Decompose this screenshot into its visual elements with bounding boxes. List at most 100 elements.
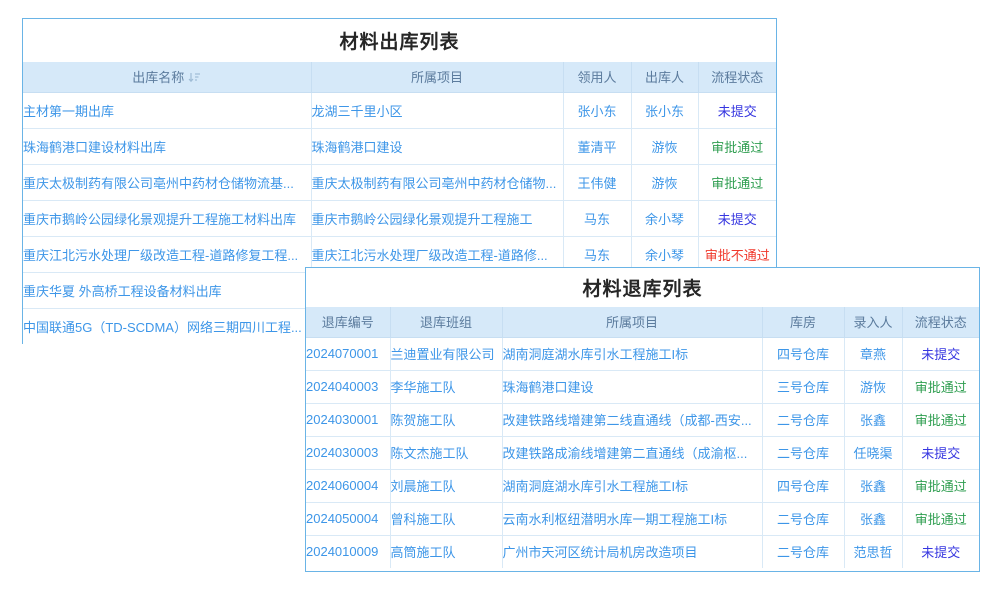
returns-warehouse-cell: 三号仓库 — [762, 370, 844, 403]
returns-code-cell[interactable]: 2024070001 — [306, 337, 390, 370]
returns-row[interactable]: 2024060004 刘晨施工队 湖南洞庭湖水库引水工程施工I标 四号仓库 张鑫… — [306, 469, 979, 502]
returns-code-cell[interactable]: 2024030001 — [306, 403, 390, 436]
status-badge: 审批通过 — [915, 380, 967, 395]
cell-text: 2024010009 — [306, 544, 378, 559]
cell-text: 重庆江北污水处理厂级改造工程-道路修复工程... — [23, 248, 298, 263]
outbound-status-cell: 审批通过 — [698, 164, 776, 200]
cell-text: 刘晨施工队 — [391, 479, 456, 494]
returns-recorder-cell: 游恢 — [844, 370, 902, 403]
cell-text: 2024030001 — [306, 412, 378, 427]
returns-project-cell: 改建铁路线增建第二线直通线（成都-西安... — [502, 403, 762, 436]
outbound-issuer-cell: 游恢 — [631, 128, 698, 164]
status-badge: 审批不通过 — [705, 248, 770, 263]
status-badge: 审批通过 — [915, 413, 967, 428]
outbound-row[interactable]: 主材第一期出库 龙湖三千里小区 张小东 张小东 未提交 — [23, 92, 776, 128]
returns-recorder-cell: 张鑫 — [844, 502, 902, 535]
status-badge: 未提交 — [921, 545, 960, 560]
outbound-row[interactable]: 重庆太极制药有限公司亳州中药材仓储物流基... 重庆太极制药有限公司亳州中药材仓… — [23, 164, 776, 200]
outbound-header-row: 出库名称 所属项目 领用人 出库人 流程状态 — [23, 62, 776, 92]
cell-text: 珠海鹤港口建设 — [312, 140, 403, 155]
returns-status-cell: 未提交 — [902, 337, 979, 370]
cell-text: 张鑫 — [860, 479, 886, 494]
cell-text: 马东 — [584, 248, 610, 263]
cell-text: 2024040003 — [306, 379, 378, 394]
cell-text: 章燕 — [860, 347, 886, 362]
outbound-recipient-cell: 张小东 — [563, 92, 631, 128]
outbound-row[interactable]: 重庆市鹅岭公园绿化景观提升工程施工材料出库 重庆市鹅岭公园绿化景观提升工程施工 … — [23, 200, 776, 236]
returns-code-cell[interactable]: 2024050004 — [306, 502, 390, 535]
returns-team-cell: 高筒施工队 — [390, 535, 502, 568]
status-badge: 未提交 — [921, 347, 960, 362]
cell-text: 张鑫 — [860, 512, 886, 527]
cell-text: 主材第一期出库 — [23, 104, 114, 119]
returns-recorder-cell: 张鑫 — [844, 403, 902, 436]
cell-text: 广州市天河区统计局机房改造项目 — [503, 545, 698, 560]
returns-recorder-cell: 张鑫 — [844, 469, 902, 502]
outbound-name-cell[interactable]: 重庆华夏 外高桥工程设备材料出库 — [23, 272, 311, 308]
cell-text: 张小东 — [645, 104, 684, 119]
outbound-name-cell[interactable]: 重庆江北污水处理厂级改造工程-道路修复工程... — [23, 236, 311, 272]
returns-team-cell: 李华施工队 — [390, 370, 502, 403]
outbound-issuer-cell: 余小琴 — [631, 200, 698, 236]
status-badge: 审批通过 — [711, 176, 763, 191]
status-badge: 未提交 — [921, 446, 960, 461]
cell-text: 龙湖三千里小区 — [312, 104, 403, 119]
cell-text: 余小琴 — [645, 248, 684, 263]
cell-text: 范思哲 — [853, 545, 892, 560]
outbound-col-name-label: 出库名称 — [132, 70, 184, 85]
status-badge: 审批通过 — [915, 512, 967, 527]
cell-text: 云南水利枢纽潜明水库一期工程施工I标 — [503, 512, 728, 527]
returns-code-cell[interactable]: 2024030003 — [306, 436, 390, 469]
returns-row[interactable]: 2024030001 陈贺施工队 改建铁路线增建第二线直通线（成都-西安... … — [306, 403, 979, 436]
returns-code-cell[interactable]: 2024060004 — [306, 469, 390, 502]
outbound-recipient-cell: 董清平 — [563, 128, 631, 164]
cell-text: 张鑫 — [860, 413, 886, 428]
returns-row[interactable]: 2024030003 陈文杰施工队 改建铁路成渝线增建第二直通线（成渝枢... … — [306, 436, 979, 469]
returns-code-cell[interactable]: 2024040003 — [306, 370, 390, 403]
returns-col-status: 流程状态 — [902, 307, 979, 337]
returns-status-cell: 未提交 — [902, 436, 979, 469]
outbound-name-cell[interactable]: 重庆市鹅岭公园绿化景观提升工程施工材料出库 — [23, 200, 311, 236]
cell-text: 董清平 — [577, 140, 616, 155]
outbound-col-name[interactable]: 出库名称 — [23, 62, 311, 92]
outbound-row[interactable]: 珠海鹤港口建设材料出库 珠海鹤港口建设 董清平 游恢 审批通过 — [23, 128, 776, 164]
sort-descending-icon[interactable] — [188, 71, 201, 86]
returns-row[interactable]: 2024070001 兰迪置业有限公司 湖南洞庭湖水库引水工程施工I标 四号仓库… — [306, 337, 979, 370]
cell-text: 湖南洞庭湖水库引水工程施工I标 — [503, 347, 689, 362]
cell-text: 二号仓库 — [777, 512, 829, 527]
status-badge: 未提交 — [718, 212, 757, 227]
returns-project-cell: 改建铁路成渝线增建第二直通线（成渝枢... — [502, 436, 762, 469]
returns-team-cell: 兰迪置业有限公司 — [390, 337, 502, 370]
outbound-col-issuer: 出库人 — [631, 62, 698, 92]
outbound-name-cell[interactable]: 重庆太极制药有限公司亳州中药材仓储物流基... — [23, 164, 311, 200]
outbound-name-cell[interactable]: 中国联通5G（TD-SCDMA）网络三期四川工程... — [23, 308, 311, 344]
returns-project-cell: 云南水利枢纽潜明水库一期工程施工I标 — [502, 502, 762, 535]
cell-text: 游恢 — [860, 380, 886, 395]
outbound-col-status: 流程状态 — [698, 62, 776, 92]
outbound-name-cell[interactable]: 主材第一期出库 — [23, 92, 311, 128]
cell-text: 重庆太极制药有限公司亳州中药材仓储物... — [312, 176, 557, 191]
returns-recorder-cell: 任晓渠 — [844, 436, 902, 469]
cell-text: 马东 — [584, 212, 610, 227]
outbound-issuer-cell: 张小东 — [631, 92, 698, 128]
returns-row[interactable]: 2024010009 高筒施工队 广州市天河区统计局机房改造项目 二号仓库 范思… — [306, 535, 979, 568]
outbound-title: 材料出库列表 — [23, 19, 776, 62]
cell-text: 2024060004 — [306, 478, 378, 493]
returns-code-cell[interactable]: 2024010009 — [306, 535, 390, 568]
outbound-status-cell: 未提交 — [698, 92, 776, 128]
returns-row[interactable]: 2024040003 李华施工队 珠海鹤港口建设 三号仓库 游恢 审批通过 — [306, 370, 979, 403]
cell-text: 重庆江北污水处理厂级改造工程-道路修... — [312, 248, 548, 263]
cell-text: 余小琴 — [645, 212, 684, 227]
returns-team-cell: 陈文杰施工队 — [390, 436, 502, 469]
outbound-name-cell[interactable]: 珠海鹤港口建设材料出库 — [23, 128, 311, 164]
cell-text: 四号仓库 — [777, 479, 829, 494]
cell-text: 三号仓库 — [777, 380, 829, 395]
status-badge: 未提交 — [718, 104, 757, 119]
cell-text: 陈文杰施工队 — [391, 446, 469, 461]
returns-row[interactable]: 2024050004 曾科施工队 云南水利枢纽潜明水库一期工程施工I标 二号仓库… — [306, 502, 979, 535]
returns-col-recorder: 录入人 — [844, 307, 902, 337]
cell-text: 游恢 — [651, 176, 677, 191]
outbound-project-cell: 龙湖三千里小区 — [311, 92, 563, 128]
outbound-project-cell: 珠海鹤港口建设 — [311, 128, 563, 164]
returns-table: 退库编号 退库班组 所属项目 库房 录入人 流程状态 2024070001 兰迪… — [306, 307, 979, 568]
